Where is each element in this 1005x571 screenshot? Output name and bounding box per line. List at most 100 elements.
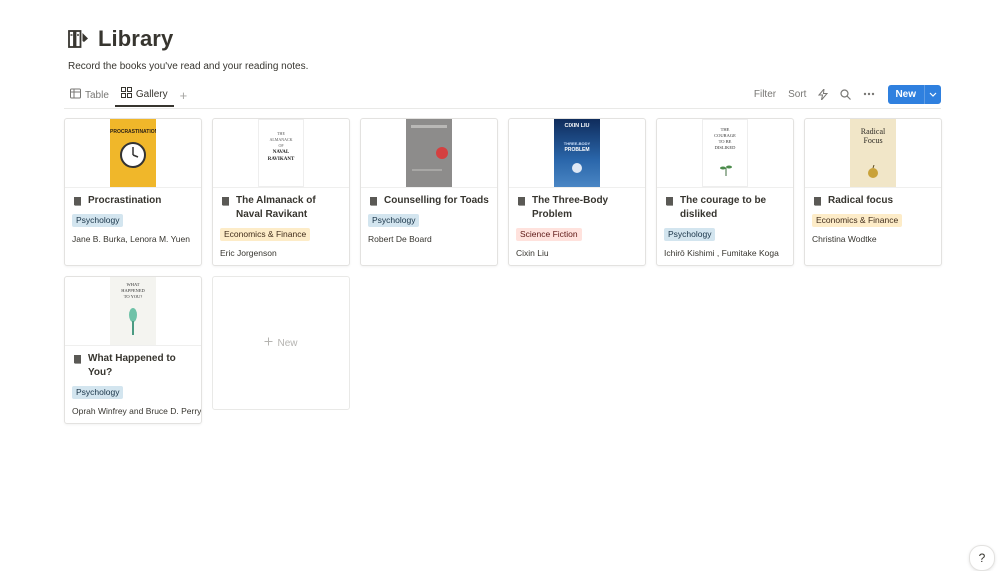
search-icon [840, 88, 852, 100]
book-cover-image: PROCRASTINATION [110, 119, 156, 187]
card-title: Counselling for Toads [384, 195, 489, 206]
new-card-label: New [277, 337, 298, 349]
book-icon [517, 197, 525, 207]
genre-tag: Psychology [664, 228, 716, 241]
card-title: The courage to be disliked [680, 195, 767, 220]
new-button[interactable]: New [888, 84, 941, 104]
cover-line: TO BE [718, 139, 732, 144]
gallery-card[interactable]: Counselling for Toads Psychology Robert … [360, 118, 498, 266]
card-authors: Oprah Winfrey and Bruce D. Perry [72, 406, 202, 416]
ellipsis-icon [864, 92, 875, 96]
view-actions: Filter Sort New [749, 84, 941, 104]
books-icon [68, 28, 90, 50]
cover-line: COURAGE [714, 133, 736, 138]
gallery-card[interactable]: THE COURAGE TO BE DISLIKED The courage t… [656, 118, 794, 266]
cover-line: NAVAL [272, 150, 290, 155]
genre-tag: Psychology [72, 214, 124, 227]
search-button[interactable] [835, 88, 856, 100]
new-button-label[interactable]: New [888, 85, 924, 104]
book-icon [369, 197, 377, 207]
cover-line: THE [277, 131, 285, 136]
page-header: Library Record the books you've read and… [68, 26, 308, 72]
cover-line: HAPPENED [121, 288, 145, 293]
figure-illustration [129, 308, 137, 335]
cover-line: ALMANACK [269, 137, 293, 142]
help-button[interactable]: ? [969, 545, 995, 571]
sort-button[interactable]: Sort [783, 89, 811, 100]
clock-illustration [120, 142, 146, 168]
cover-line: RAVIKANT [267, 157, 295, 162]
card-authors: Cixin Liu [516, 248, 549, 258]
page-description: Record the books you've read and your re… [68, 61, 309, 72]
gallery-card[interactable]: CIXIN LIU THREE-BODY PROBLEM The Three-B… [508, 118, 646, 266]
card-cover: Radical Focus [805, 119, 941, 188]
genre-tag: Psychology [368, 214, 420, 227]
book-cover-image: WHAT HAPPENED TO YOU? [110, 277, 156, 345]
new-dropdown-button[interactable] [925, 85, 941, 104]
book-cover-image [406, 119, 452, 187]
view-bar: Table Gallery + Filter Sort New [64, 84, 941, 109]
card-cover: THE ALMANACK OF NAVAL RAVIKANT [213, 119, 349, 188]
book-cover-image: CIXIN LIU THREE-BODY PROBLEM [554, 119, 600, 187]
card-title: What Happened to You? [88, 353, 176, 378]
gallery-card[interactable]: PROCRASTINATION Procrastination Psycholo… [64, 118, 202, 266]
tab-table[interactable]: Table [64, 84, 115, 106]
cover-line: DISLIKED [714, 145, 736, 150]
page-title[interactable]: Library [98, 26, 173, 52]
more-options-button[interactable] [858, 92, 880, 96]
cover-line: THE [720, 127, 730, 132]
genre-tag: Science Fiction [516, 228, 582, 241]
new-card-button[interactable]: New [212, 276, 350, 410]
filter-button[interactable]: Filter [749, 89, 781, 100]
tab-table-label: Table [85, 89, 109, 101]
gallery-card[interactable]: THE ALMANACK OF NAVAL RAVIKANT The Alman… [212, 118, 350, 266]
plant-illustration [720, 165, 732, 176]
apple-illustration [868, 165, 878, 178]
genre-tag: Economics & Finance [812, 214, 903, 227]
card-title: The Almanack of Naval Ravikant [236, 195, 316, 220]
card-title: Radical focus [828, 195, 894, 206]
table-icon [70, 88, 81, 102]
automation-button[interactable] [813, 88, 833, 100]
cover-line: Radical [860, 127, 886, 136]
genre-tag: Economics & Finance [220, 228, 311, 241]
cover-line: OF [278, 143, 284, 148]
card-title: The Three-Body Problem [532, 195, 609, 220]
plus-icon [264, 337, 273, 349]
tab-gallery[interactable]: Gallery [114, 84, 174, 107]
lightning-icon [818, 88, 829, 100]
card-authors: Ichirō Kishimi , Fumitake Koga [664, 248, 779, 258]
chevron-down-icon [929, 92, 937, 97]
gallery-icon [120, 87, 132, 101]
cover-title: PROBLEM [564, 147, 590, 153]
card-cover: PROCRASTINATION [65, 119, 201, 188]
gallery-card[interactable]: Radical Focus Radical focus Economics & … [804, 118, 942, 266]
book-icon [221, 197, 229, 207]
tab-gallery-label: Gallery [135, 88, 168, 100]
view-tabs: Table Gallery + [64, 84, 194, 107]
card-authors: Jane B. Burka, Lenora M. Yuen [72, 234, 190, 244]
card-cover: CIXIN LIU THREE-BODY PROBLEM [509, 119, 645, 188]
card-authors: Robert De Board [368, 234, 432, 244]
gallery-card[interactable]: WHAT HAPPENED TO YOU? What Happened to Y… [64, 276, 202, 424]
book-cover-image: Radical Focus [850, 119, 896, 187]
book-icon [73, 355, 81, 365]
card-cover: THE COURAGE TO BE DISLIKED [657, 119, 793, 188]
cover-line: WHAT [126, 282, 140, 287]
card-authors: Eric Jorgenson [220, 248, 277, 258]
cover-line: Focus [863, 136, 883, 145]
book-cover-image: THE ALMANACK OF NAVAL RAVIKANT [258, 119, 304, 187]
book-icon [665, 197, 673, 207]
add-view-button[interactable]: + [174, 88, 194, 103]
card-cover [361, 119, 497, 188]
cover-line: TO YOU? [123, 294, 143, 299]
book-icon [73, 197, 81, 207]
genre-tag: Psychology [72, 386, 124, 399]
cover-title: PROCRASTINATION [110, 129, 156, 135]
card-authors: Christina Wodtke [812, 234, 877, 244]
cover-author: CIXIN LIU [564, 123, 590, 129]
card-cover: WHAT HAPPENED TO YOU? [65, 277, 201, 346]
cover-title: THREE-BODY [563, 141, 591, 146]
book-icon [813, 197, 821, 207]
book-cover-image: THE COURAGE TO BE DISLIKED [702, 119, 748, 187]
